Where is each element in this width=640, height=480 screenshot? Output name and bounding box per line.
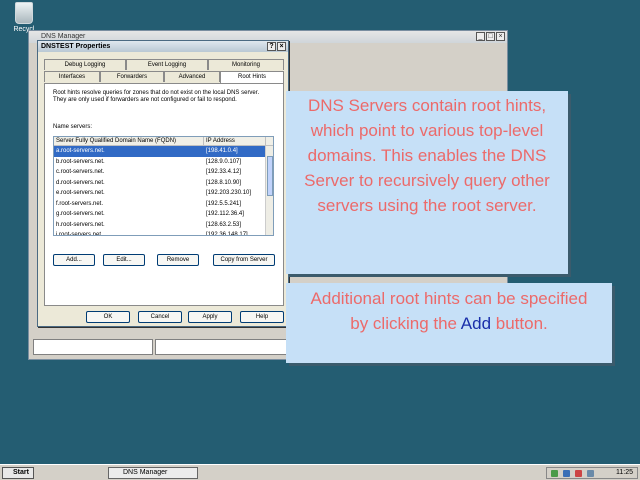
tab-debug-logging[interactable]: Debug Logging [44,59,126,70]
root-hints-panel: Root hints resolve queries for zones tha… [44,83,284,306]
row-ip: [192.112.36.4] [206,211,244,217]
close-icon[interactable]: × [496,32,505,41]
monitor-icon[interactable] [563,470,570,477]
minimize-icon[interactable]: _ [476,32,485,41]
volume-icon[interactable] [587,470,594,477]
row-ip: [198.41.0.4] [206,148,238,154]
taskbar-dns-manager[interactable]: DNS Manager [108,467,198,479]
column-ip[interactable]: IP Address [204,137,266,145]
ok-button[interactable]: OK [86,311,130,323]
table-row[interactable]: a.root-servers.net. [198.41.0.4] [54,146,273,157]
help-icon[interactable]: ? [267,42,276,51]
security-icon[interactable] [575,470,582,477]
clock: 11:25 [616,469,633,476]
row-ip: [192.36.148.17] [206,232,248,236]
name-servers-list[interactable]: Server Fully Qualified Domain Name (FQDN… [53,136,274,236]
row-ip: [128.8.10.90] [206,179,242,186]
table-row[interactable]: d.root-servers.net. [128.8.10.90] [54,178,273,189]
row-ip: [192.33.4.12] [206,169,242,175]
table-row[interactable]: f.root-servers.net. [192.5.5.241] [54,199,273,210]
scrollbar-thumb[interactable] [267,156,273,196]
callout-add-highlight: Add [460,314,492,333]
callout-add-text-after: button. [491,314,548,333]
network-icon[interactable] [551,470,558,477]
recycle-bin-icon[interactable]: Recycl [6,2,42,33]
row-fqdn: e.root-servers.net. [56,190,105,196]
edit-button[interactable]: Edit... [103,254,145,266]
row-fqdn: g.root-servers.net. [56,211,105,217]
apply-button[interactable]: Apply [188,311,232,323]
dialog-titlebar: DNSTEST Properties ? × [38,41,288,52]
row-fqdn: b.root-servers.net. [56,158,105,165]
properties-dialog: DNSTEST Properties ? × Debug Logging Eve… [37,40,289,327]
row-ip: [192.203.230.10] [206,190,252,196]
table-row[interactable]: g.root-servers.net. [192.112.36.4] [54,209,273,220]
row-fqdn: h.root-servers.net. [56,221,105,228]
tab-forwarders[interactable]: Forwarders [100,71,164,82]
remove-button[interactable]: Remove [157,254,199,266]
recycle-bin-graphic [15,2,33,24]
add-button[interactable]: Add... [53,254,95,266]
table-row[interactable]: b.root-servers.net. [128.9.0.107] [54,157,273,168]
start-button[interactable]: Start [2,467,34,479]
callout-root-hints: DNS Servers contain root hints, which po… [286,91,568,274]
tab-monitoring[interactable]: Monitoring [208,59,284,70]
tab-row-1: Debug Logging Event Logging Monitoring [44,59,284,70]
root-hints-description: Root hints resolve queries for zones tha… [53,90,260,103]
callout-root-hints-text: DNS Servers contain root hints, which po… [304,96,550,215]
dns-manager-title: DNS Manager [41,33,86,40]
table-row[interactable]: h.root-servers.net. [128.63.2.53] [54,220,273,231]
taskbar: Start DNS Manager 11:25 [0,464,640,480]
table-row[interactable]: c.root-servers.net. [192.33.4.12] [54,167,273,178]
table-row[interactable]: i.root-servers.net. [192.36.148.17] [54,230,273,236]
status-pane-1 [33,339,153,355]
row-ip: [128.63.2.53] [206,221,242,228]
row-fqdn: f.root-servers.net. [56,200,104,207]
system-tray: 11:25 [546,467,638,479]
copy-from-server-button[interactable]: Copy from Server [213,254,275,266]
row-fqdn: c.root-servers.net. [56,169,105,175]
row-ip: [128.9.0.107] [206,158,242,165]
dialog-close-icon[interactable]: × [277,42,286,51]
tab-event-logging[interactable]: Event Logging [126,59,208,70]
list-rows: a.root-servers.net. [198.41.0.4] b.root-se… [54,146,273,236]
help-button[interactable]: Help [240,311,284,323]
tab-root-hints[interactable]: Root Hints [220,71,284,83]
cancel-button[interactable]: Cancel [138,311,182,323]
tab-row-2: Interfaces Forwarders Advanced Root Hint… [44,71,284,83]
row-fqdn: d.root-servers.net. [56,179,105,186]
maximize-icon[interactable]: □ [486,32,495,41]
dialog-title: DNSTEST Properties [41,43,111,50]
tab-advanced[interactable]: Advanced [164,71,220,82]
list-scrollbar[interactable] [265,146,273,235]
name-servers-label: Name servers: [53,124,93,130]
column-fqdn[interactable]: Server Fully Qualified Domain Name (FQDN… [54,137,204,145]
tab-interfaces[interactable]: Interfaces [44,71,100,82]
row-fqdn: a.root-servers.net. [56,148,105,154]
row-fqdn: i.root-servers.net. [56,232,103,236]
list-header: Server Fully Qualified Domain Name (FQDN… [54,137,273,146]
table-row[interactable]: e.root-servers.net. [192.203.230.10] [54,188,273,199]
callout-add-button: Additional root hints can be specified b… [286,283,612,363]
row-ip: [192.5.5.241] [206,200,242,207]
